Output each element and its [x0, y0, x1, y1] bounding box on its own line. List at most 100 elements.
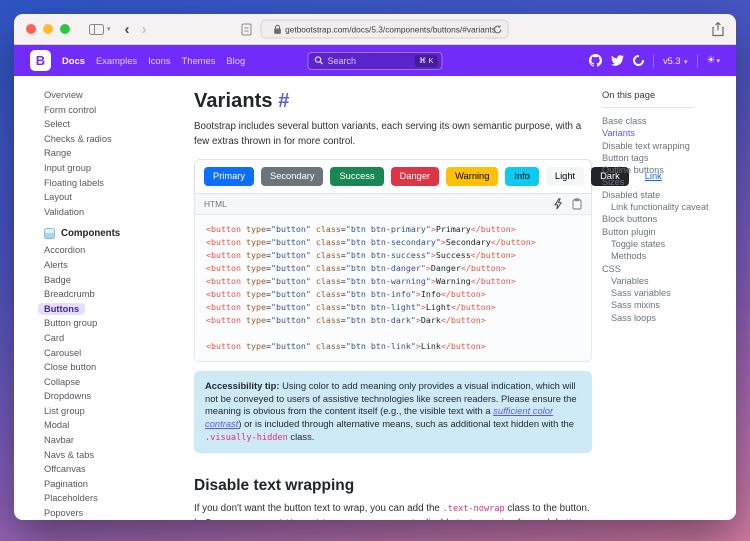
text: class. — [288, 431, 315, 442]
sidebar-item-label: Range — [44, 148, 71, 158]
navbar-links: Docs Examples Icons Themes Blog — [62, 55, 245, 66]
sidebar-item-close-button[interactable]: Close button — [44, 360, 180, 375]
toc-item-button-tags[interactable]: Button tags — [602, 152, 722, 164]
toc-item-variants[interactable]: Variants — [602, 127, 722, 139]
accessibility-callout: Accessibility tip: Using color to add me… — [194, 371, 592, 453]
page-title: Variants # — [194, 90, 584, 113]
sidebar-item-range[interactable]: Range — [44, 146, 180, 161]
url-text: getbootstrap.com/docs/5.3/components/but… — [285, 24, 496, 34]
sidebar-toggle-icon[interactable] — [89, 24, 104, 35]
code-block[interactable]: <button type="button" class="btn btn-pri… — [195, 215, 591, 361]
toc-title: On this page — [602, 89, 722, 100]
example-button-success[interactable]: Success — [330, 167, 383, 186]
toc-item-sass-variables[interactable]: Sass variables — [602, 287, 722, 299]
sidebar-item-label: Accordion — [44, 245, 85, 255]
navbar-link-examples[interactable]: Examples — [96, 55, 137, 66]
browser-window: ▾ ‹ › getbootstrap.com/docs/5.3/componen… — [14, 14, 736, 520]
sidebar-item-pagination[interactable]: Pagination — [44, 477, 180, 492]
sidebar-item-offcanvas[interactable]: Offcanvas — [44, 462, 180, 477]
sidebar-item-floating-labels[interactable]: Floating labels — [44, 176, 180, 191]
reload-icon[interactable] — [493, 24, 503, 34]
code-snippet: HTML <button type="button" class="btn bt… — [194, 194, 592, 362]
sidebar-item-collapse[interactable]: Collapse — [44, 375, 180, 390]
toc-item-link-functionality-caveat[interactable]: Link functionality caveat — [602, 201, 722, 213]
bootstrap-logo[interactable]: B — [30, 50, 51, 71]
zoom-window-button[interactable] — [60, 24, 70, 34]
sidebar-item-label: Carousel — [44, 348, 81, 358]
sidebar-item-buttons[interactable]: Buttons — [44, 302, 180, 317]
sidebar-item-navs-tabs[interactable]: Navs & tabs — [44, 448, 180, 463]
sidebar-item-breadcrumb[interactable]: Breadcrumb — [44, 287, 180, 302]
toc-item-base-class[interactable]: Base class — [602, 115, 722, 127]
toc-item-button-plugin[interactable]: Button plugin — [602, 226, 722, 238]
minimize-window-button[interactable] — [43, 24, 53, 34]
lightning-icon[interactable] — [553, 198, 563, 210]
sidebar-item-label: Breadcrumb — [44, 289, 95, 299]
copy-icon[interactable] — [572, 198, 582, 210]
opencollective-icon[interactable] — [633, 55, 644, 66]
navbar-link-icons[interactable]: Icons — [148, 55, 170, 66]
sidebar-item-layout[interactable]: Layout — [44, 190, 180, 205]
sidebar-item-placeholders[interactable]: Placeholders — [44, 491, 180, 506]
toc-item-methods[interactable]: Methods — [602, 250, 722, 262]
sidebar-item-checks-radios[interactable]: Checks & radios — [44, 132, 180, 147]
sidebar-item-label: Dropdowns — [44, 391, 91, 401]
navbar-link-blog[interactable]: Blog — [226, 55, 245, 66]
close-window-button[interactable] — [26, 24, 36, 34]
page-settings-icon[interactable] — [242, 23, 252, 35]
toc-item-disable-text-wrapping[interactable]: Disable text wrapping — [602, 140, 722, 152]
example-button-light[interactable]: Light — [546, 167, 584, 186]
sidebar-item-dropdowns[interactable]: Dropdowns — [44, 389, 180, 404]
sidebar-item-modal[interactable]: Modal — [44, 418, 180, 433]
sidebar-item-navbar[interactable]: Navbar — [44, 433, 180, 448]
navbar-link-docs[interactable]: Docs — [62, 55, 85, 66]
sidebar-item-card[interactable]: Card — [44, 331, 180, 346]
sidebar-item-carousel[interactable]: Carousel — [44, 346, 180, 361]
sidebar-item-form-control[interactable]: Form control — [44, 103, 180, 118]
toc-item-disabled-state[interactable]: Disabled state — [602, 189, 722, 201]
sidebar-item-badge[interactable]: Badge — [44, 273, 180, 288]
sidebar-item-select[interactable]: Select — [44, 117, 180, 132]
chevron-down-icon[interactable]: ▾ — [107, 25, 111, 33]
toc-item-sass-mixins[interactable]: Sass mixins — [602, 299, 722, 311]
sidebar-item-list-group[interactable]: List group — [44, 404, 180, 419]
sidebar-item-accordion[interactable]: Accordion — [44, 243, 180, 258]
github-icon[interactable] — [589, 54, 602, 67]
share-icon[interactable] — [712, 22, 724, 37]
sidebar-item-overview[interactable]: Overview — [44, 88, 180, 103]
example-button-secondary[interactable]: Secondary — [261, 167, 323, 186]
toc-item-variables[interactable]: Variables — [602, 275, 722, 287]
navbar-link-themes[interactable]: Themes — [182, 55, 216, 66]
toc-item-sizes[interactable]: Sizes — [602, 176, 722, 188]
example-button-warning[interactable]: Warning — [446, 167, 498, 186]
code-line: <button type="button" class="btn btn-dar… — [206, 314, 580, 327]
sidebar-item-label: Navs & tabs — [44, 450, 94, 460]
sidebar-item-label: Layout — [44, 192, 72, 202]
sidebar-item-label: Select — [44, 119, 70, 129]
back-button[interactable]: ‹ — [125, 22, 130, 37]
example-button-info[interactable]: Info — [505, 167, 539, 186]
toc-item-toggle-states[interactable]: Toggle states — [602, 238, 722, 250]
toc-item-css[interactable]: CSS — [602, 263, 722, 275]
address-bar[interactable]: getbootstrap.com/docs/5.3/components/but… — [261, 20, 509, 39]
theme-toggle[interactable]: ☀▾ — [707, 55, 720, 66]
toc-item-sass-loops[interactable]: Sass loops — [602, 312, 722, 324]
sidebar-item-validation[interactable]: Validation — [44, 205, 180, 220]
search-input[interactable]: Search ⌘ K — [308, 52, 443, 70]
version-dropdown[interactable]: v5.3 ▾ — [663, 56, 687, 66]
sidebar-item-popovers[interactable]: Popovers — [44, 506, 180, 520]
sidebar-section-components[interactable]: Components — [44, 228, 180, 239]
docs-sidebar: OverviewForm controlSelect Checks & radio… — [14, 76, 180, 520]
code-language-label: HTML — [204, 199, 227, 209]
example-button-danger[interactable]: Danger — [391, 167, 440, 186]
heading-anchor-link[interactable]: # — [278, 90, 289, 112]
toc-item-outline-buttons[interactable]: Outline buttons — [602, 164, 722, 176]
forward-button[interactable]: › — [142, 22, 147, 37]
twitter-icon[interactable] — [611, 54, 624, 67]
sidebar-item-alerts[interactable]: Alerts — [44, 258, 180, 273]
toc-item-block-buttons[interactable]: Block buttons — [602, 213, 722, 225]
sun-icon: ☀ — [707, 55, 716, 66]
sidebar-item-button-group[interactable]: Button group — [44, 316, 180, 331]
sidebar-item-input-group[interactable]: Input group — [44, 161, 180, 176]
example-button-primary[interactable]: Primary — [204, 167, 254, 186]
